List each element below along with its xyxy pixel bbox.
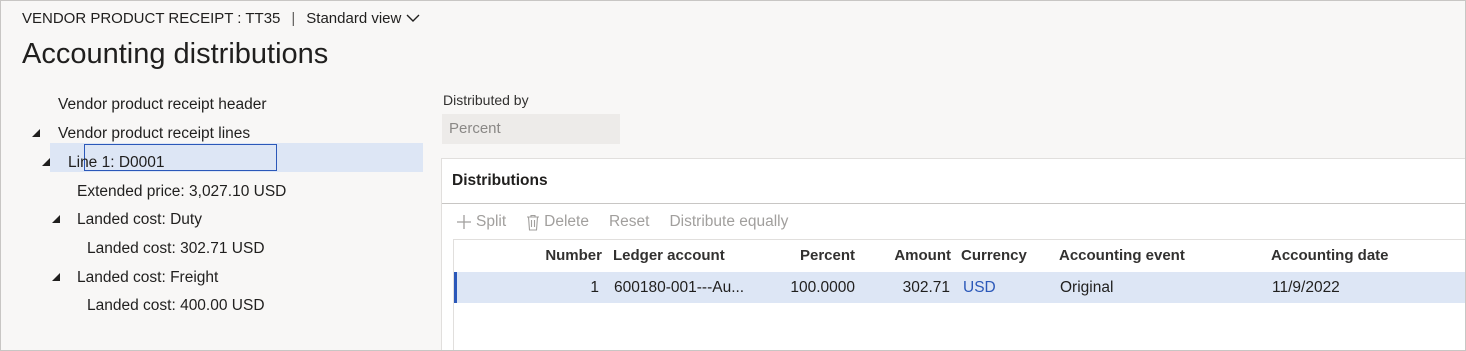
- cell-amount[interactable]: 302.71: [874, 272, 950, 303]
- delete-label: Delete: [544, 213, 589, 230]
- cell-currency-link[interactable]: USD: [963, 272, 996, 303]
- breadcrumb-bar: VENDOR PRODUCT RECEIPT : TT35 | Standard…: [22, 8, 420, 28]
- column-header-number[interactable]: Number: [514, 240, 602, 271]
- column-header-accounting-date[interactable]: Accounting date: [1271, 240, 1389, 271]
- column-header-amount[interactable]: Amount: [874, 240, 951, 271]
- distributions-grid: Number Ledger account Percent Amount Cur…: [453, 239, 1466, 351]
- row-selection-marker: [454, 272, 457, 303]
- cell-number[interactable]: 1: [514, 272, 599, 303]
- column-header-accounting-event[interactable]: Accounting event: [1059, 240, 1185, 271]
- cell-percent[interactable]: 100.0000: [754, 272, 855, 303]
- collapse-triangle-icon[interactable]: [52, 273, 60, 281]
- tree-item-landed-cost-freight[interactable]: Landed cost: Freight: [77, 264, 218, 292]
- chevron-down-icon: [406, 10, 420, 27]
- view-selector[interactable]: Standard view: [306, 10, 420, 27]
- collapse-triangle-icon[interactable]: [42, 158, 50, 166]
- table-row[interactable]: 1 600180-001---Au... 100.0000 302.71 USD…: [454, 272, 1466, 303]
- tree-item-line-1[interactable]: Line 1: D0001: [68, 149, 165, 177]
- divider: [442, 203, 1466, 204]
- grid-header-row: Number Ledger account Percent Amount Cur…: [454, 240, 1466, 271]
- distributed-by-label: Distributed by: [443, 92, 529, 108]
- column-header-currency[interactable]: Currency: [961, 240, 1027, 271]
- split-label: Split: [476, 213, 507, 230]
- split-button[interactable]: Split: [456, 213, 506, 231]
- page-title: Accounting distributions: [22, 38, 329, 70]
- delete-button[interactable]: Delete: [526, 213, 589, 231]
- tree-item-landed-cost-freight-amount[interactable]: Landed cost: 400.00 USD: [87, 292, 265, 320]
- cell-ledger-account[interactable]: 600180-001---Au...: [614, 272, 744, 303]
- tree-item-receipt-lines[interactable]: Vendor product receipt lines: [58, 120, 250, 148]
- tree-item-landed-cost-duty-amount[interactable]: Landed cost: 302.71 USD: [87, 235, 265, 263]
- collapse-triangle-icon[interactable]: [32, 129, 40, 137]
- collapse-triangle-icon[interactable]: [52, 215, 60, 223]
- distributions-panel: Distributions Split Delete Reset Distrib…: [441, 158, 1466, 351]
- distributions-toolbar: Split Delete Reset Distribute equally: [456, 211, 808, 233]
- trash-icon: [526, 214, 540, 231]
- cell-accounting-date[interactable]: 11/9/2022: [1272, 272, 1340, 303]
- tree-item-landed-cost-duty[interactable]: Landed cost: Duty: [77, 206, 202, 234]
- distributions-title: Distributions: [452, 172, 548, 189]
- distribute-equally-button[interactable]: Distribute equally: [669, 213, 788, 231]
- breadcrumb-separator: |: [291, 9, 296, 27]
- distributed-by-field[interactable]: Percent: [442, 114, 620, 144]
- tree-item-extended-price[interactable]: Extended price: 3,027.10 USD: [77, 178, 286, 206]
- column-header-percent[interactable]: Percent: [764, 240, 855, 271]
- cell-accounting-event[interactable]: Original: [1060, 272, 1113, 303]
- column-header-ledger-account[interactable]: Ledger account: [613, 240, 725, 271]
- plus-icon: [456, 214, 472, 230]
- reset-button[interactable]: Reset: [609, 213, 650, 231]
- breadcrumb: VENDOR PRODUCT RECEIPT : TT35: [22, 9, 281, 27]
- tree-item-receipt-header[interactable]: Vendor product receipt header: [58, 91, 267, 119]
- view-label: Standard view: [306, 9, 402, 27]
